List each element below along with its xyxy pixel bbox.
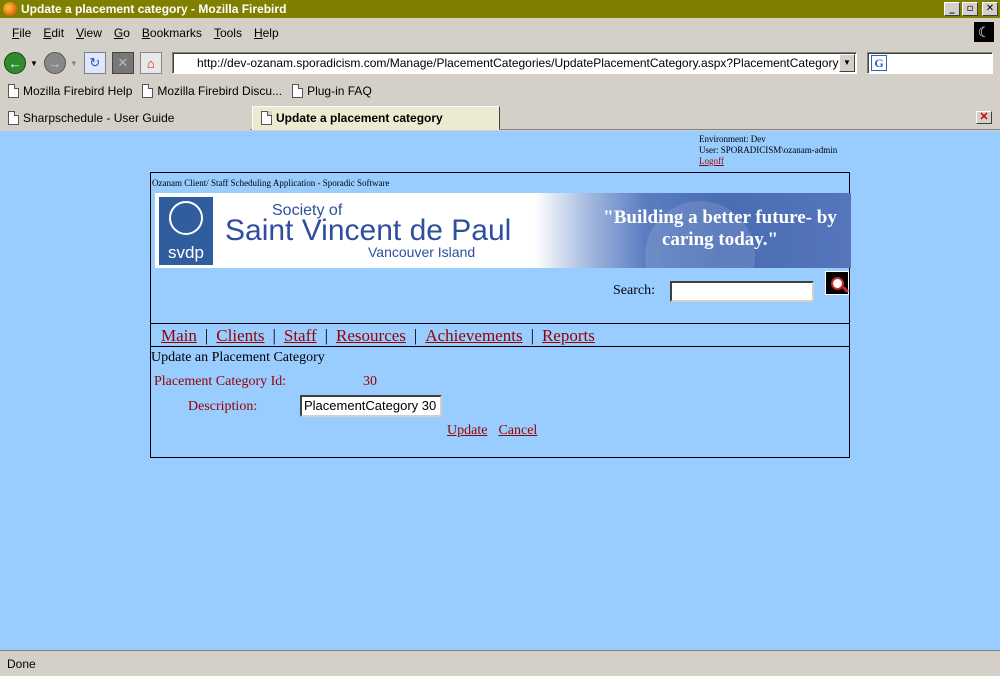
banner-region: Vancouver Island xyxy=(368,244,476,260)
bookmark-plugin-faq[interactable]: Plug-in FAQ xyxy=(292,84,372,98)
close-window-button[interactable]: ✕ xyxy=(982,2,998,16)
nav-separator: | xyxy=(324,326,329,345)
home-icon[interactable]: ⌂ xyxy=(139,52,162,74)
status-text: Done xyxy=(7,656,36,671)
environment-info: Environment: Dev User: SPORADICISM\ozana… xyxy=(699,134,837,167)
environment-label: Environment: Dev xyxy=(699,134,766,144)
menu-file[interactable]: File xyxy=(6,26,37,40)
banner-slogan-panel: "Building a better future- by caring tod… xyxy=(535,193,851,268)
menu-help[interactable]: Help xyxy=(248,26,285,40)
search-button[interactable] xyxy=(825,271,849,295)
nav-main[interactable]: Main xyxy=(161,326,197,346)
url-text[interactable]: http://dev-ozanam.sporadicism.com/Manage… xyxy=(173,56,839,70)
back-history-dropdown-icon[interactable]: ▼ xyxy=(30,59,38,68)
menu-bar: File Edit View Go Bookmarks Tools Help xyxy=(0,20,1000,46)
svdp-banner: svdp Society of Saint Vincent de Paul Va… xyxy=(155,193,851,268)
forward-arrow-icon[interactable]: → xyxy=(43,52,66,74)
status-bar: Done xyxy=(0,650,1000,676)
url-history-dropdown-icon[interactable]: ▼ xyxy=(839,54,855,72)
menu-tools[interactable]: Tools xyxy=(208,26,248,40)
update-link[interactable]: Update xyxy=(447,423,487,438)
url-bar[interactable]: http://dev-ozanam.sporadicism.com/Manage… xyxy=(172,52,857,74)
page-content: Environment: Dev User: SPORADICISM\ozana… xyxy=(0,131,1000,650)
form-title: Update an Placement Category xyxy=(151,350,325,365)
nav-clients[interactable]: Clients xyxy=(216,326,264,346)
application-title: Ozanam Client/ Staff Scheduling Applicat… xyxy=(152,178,390,188)
logo-emblem-icon xyxy=(169,201,203,235)
page-icon xyxy=(8,84,19,98)
maximize-button[interactable]: ▫ xyxy=(962,2,978,16)
page-icon xyxy=(8,111,19,125)
description-label: Description: xyxy=(188,399,258,414)
bookmark-firebird-help[interactable]: Mozilla Firebird Help xyxy=(8,84,132,98)
menu-bookmarks[interactable]: Bookmarks xyxy=(136,26,208,40)
back-arrow-icon[interactable]: ← xyxy=(4,52,26,74)
tab-sharpschedule-user-guide[interactable]: Sharpschedule - User Guide xyxy=(0,106,250,130)
nav-separator: | xyxy=(413,326,418,345)
logoff-link[interactable]: Logoff xyxy=(699,156,724,166)
nav-reports[interactable]: Reports xyxy=(542,326,595,346)
nav-achievements[interactable]: Achievements xyxy=(425,326,522,346)
banner-slogan: "Building a better future- by caring tod… xyxy=(603,207,837,250)
nav-separator: | xyxy=(530,326,534,345)
tab-bar: Sharpschedule - User Guide Update a plac… xyxy=(0,104,1000,130)
svdp-logo: svdp xyxy=(159,197,213,265)
page-icon xyxy=(261,111,272,125)
close-tab-icon[interactable]: ✕ xyxy=(976,111,992,124)
web-search-box[interactable]: G xyxy=(867,52,993,74)
page-icon xyxy=(292,84,304,98)
cancel-link[interactable]: Cancel xyxy=(498,423,537,438)
placement-category-id-label: Placement Category Id: xyxy=(154,374,287,389)
description-input[interactable]: PlacementCategory 30 xyxy=(300,395,442,417)
nav-resources[interactable]: Resources xyxy=(336,326,406,346)
forward-history-dropdown-icon[interactable]: ▼ xyxy=(70,59,78,68)
reload-icon[interactable]: ↻ xyxy=(83,52,106,74)
menu-view[interactable]: View xyxy=(70,26,108,40)
search-input[interactable] xyxy=(670,281,814,302)
form-actions: Update Cancel xyxy=(447,423,537,439)
placement-category-id-value: 30 xyxy=(363,374,377,389)
page-icon xyxy=(142,84,154,98)
window-titlebar: Update a placement category - Mozilla Fi… xyxy=(0,0,1000,18)
stop-icon[interactable]: ✕ xyxy=(111,52,134,74)
logo-abbreviation: svdp xyxy=(168,243,204,262)
tab-update-placement-category[interactable]: Update a placement category xyxy=(252,106,500,130)
menu-edit[interactable]: Edit xyxy=(37,26,70,40)
google-search-engine-icon[interactable]: G xyxy=(871,55,887,71)
search-label: Search: xyxy=(613,283,655,298)
nav-separator: | xyxy=(204,326,209,345)
bookmark-firebird-discussion[interactable]: Mozilla Firebird Discu... xyxy=(142,84,282,98)
menu-go[interactable]: Go xyxy=(108,26,136,40)
site-search: Search: xyxy=(151,271,851,302)
bookmarks-toolbar: Mozilla Firebird Help Mozilla Firebird D… xyxy=(0,79,1000,103)
nav-staff[interactable]: Staff xyxy=(284,326,317,346)
nav-separator: | xyxy=(272,326,276,345)
navigation-toolbar: ← ▼ → ▼ ↻ ✕ ⌂ http://dev-ozanam.sporadic… xyxy=(0,48,1000,78)
main-navigation: Main | Clients | Staff | Resources | Achieve… xyxy=(151,323,849,347)
user-label: User: SPORADICISM\ozanam-admin xyxy=(699,145,838,155)
throbber-icon[interactable]: ☾ xyxy=(974,22,994,42)
magnifier-icon xyxy=(830,276,844,290)
banner-organization-name: Saint Vincent de Paul xyxy=(225,214,512,247)
app-panel: Ozanam Client/ Staff Scheduling Applicat… xyxy=(150,172,851,458)
minimize-button[interactable]: _ xyxy=(944,2,960,16)
window-title: Update a placement category - Mozilla Fi… xyxy=(21,2,287,16)
firebird-app-icon xyxy=(3,2,17,16)
